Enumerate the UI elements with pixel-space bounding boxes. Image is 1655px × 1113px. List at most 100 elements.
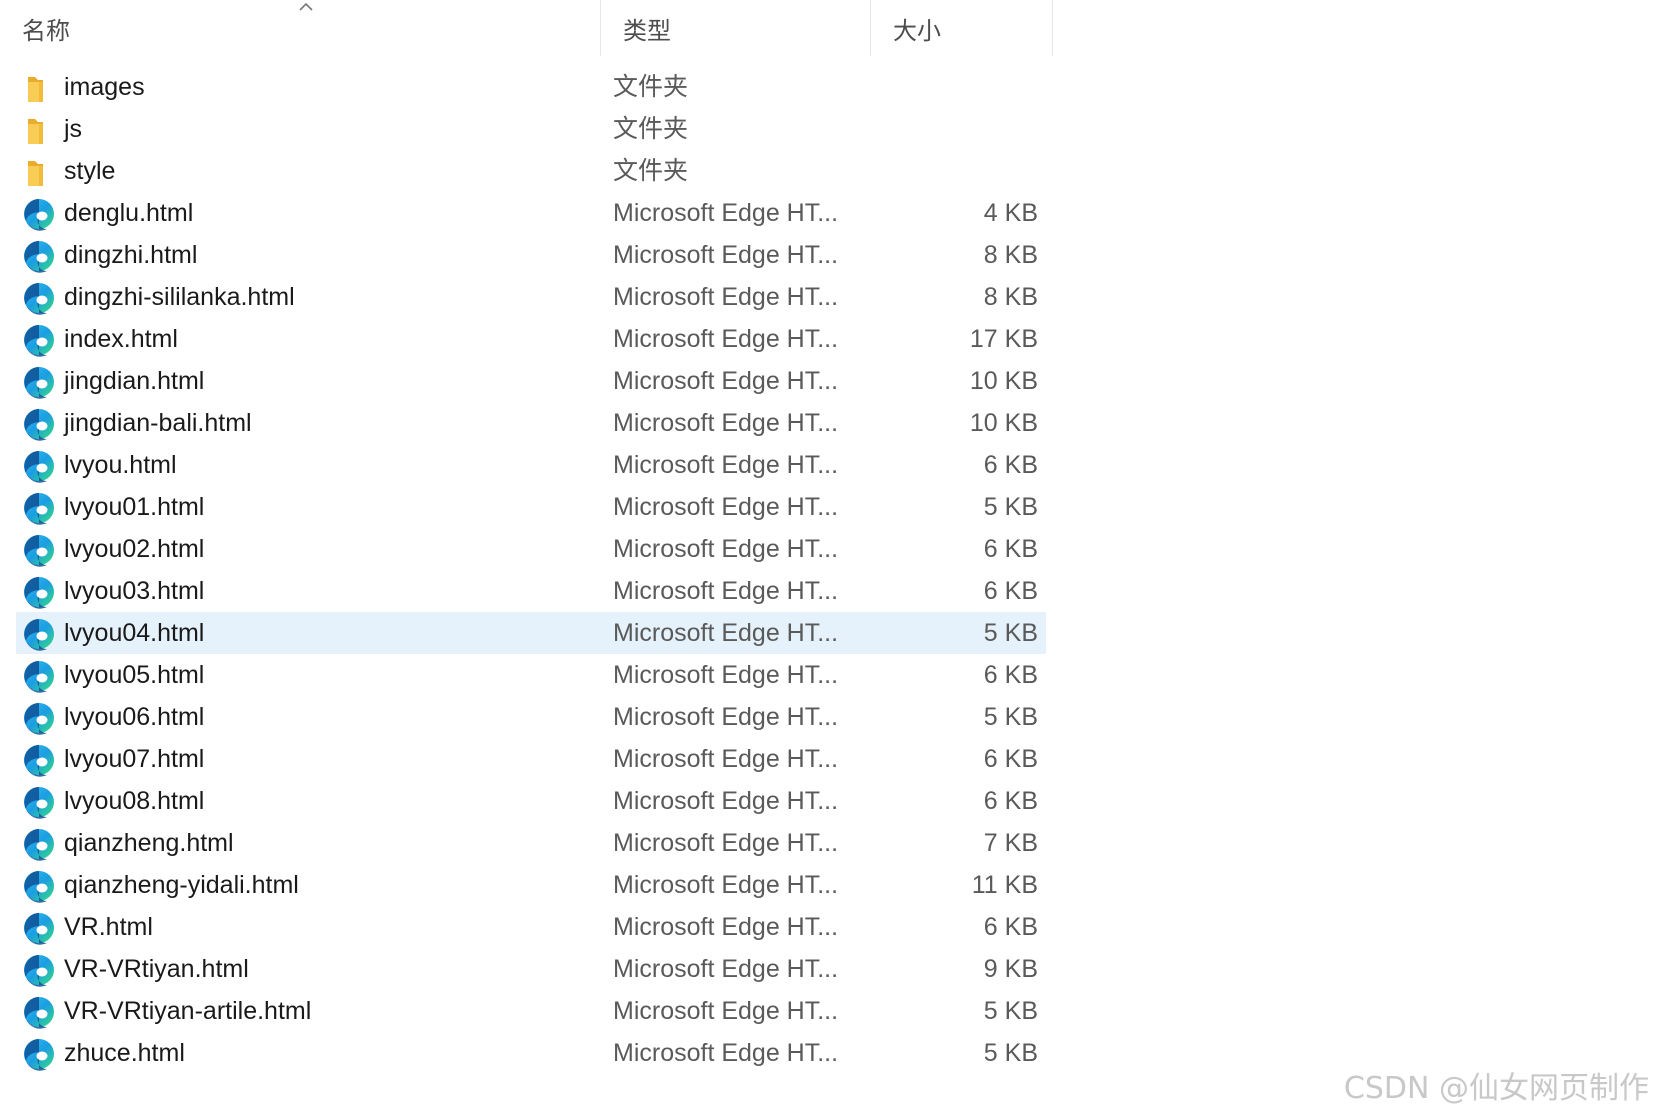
file-name[interactable]: zhuce.html (64, 1032, 185, 1074)
file-row[interactable]: lvyou07.html Microsoft Edge HT... 6 KB (0, 738, 1060, 780)
file-row[interactable]: qianzheng.html Microsoft Edge HT... 7 KB (0, 822, 1060, 864)
file-name[interactable]: lvyou01.html (64, 486, 204, 528)
edge-icon (22, 449, 56, 483)
file-row[interactable]: index.html Microsoft Edge HT... 17 KB (0, 318, 1060, 360)
file-row[interactable]: VR-VRtiyan.html Microsoft Edge HT... 9 KB (0, 948, 1060, 990)
file-size: 5 KB (983, 1039, 1038, 1067)
file-size: 6 KB (983, 787, 1038, 815)
file-row[interactable]: style 文件夹 (0, 150, 1060, 192)
edge-icon (22, 701, 56, 735)
file-row[interactable]: zhuce.html Microsoft Edge HT... 5 KB (0, 1032, 1060, 1074)
file-name[interactable]: lvyou05.html (64, 654, 204, 696)
file-row[interactable]: lvyou02.html Microsoft Edge HT... 6 KB (0, 528, 1060, 570)
edge-icon (22, 659, 56, 693)
file-row[interactable]: jingdian.html Microsoft Edge HT... 10 KB (0, 360, 1060, 402)
watermark: CSDN @仙女网页制作 (1343, 1071, 1649, 1106)
file-type: Microsoft Edge HT... (613, 199, 839, 227)
file-name[interactable]: qianzheng-yidali.html (64, 864, 299, 906)
file-name[interactable]: denglu.html (64, 192, 193, 234)
file-name[interactable]: dingzhi.html (64, 234, 197, 276)
file-type: Microsoft Edge HT... (613, 367, 839, 395)
file-row[interactable]: denglu.html Microsoft Edge HT... 4 KB (0, 192, 1060, 234)
file-name[interactable]: lvyou06.html (64, 696, 204, 738)
column-header-size-label: 大小 (893, 17, 941, 45)
file-row[interactable]: qianzheng-yidali.html Microsoft Edge HT..… (0, 864, 1060, 906)
file-size: 7 KB (983, 829, 1038, 857)
file-name[interactable]: VR-VRtiyan-artile.html (64, 990, 311, 1032)
file-size: 5 KB (983, 619, 1038, 647)
file-row[interactable]: VR.html Microsoft Edge HT... 6 KB (0, 906, 1060, 948)
file-row[interactable]: VR-VRtiyan-artile.html Microsoft Edge HT.… (0, 990, 1060, 1032)
file-type: Microsoft Edge HT... (613, 577, 839, 605)
file-size: 9 KB (983, 955, 1038, 983)
file-row[interactable]: lvyou06.html Microsoft Edge HT... 5 KB (0, 696, 1060, 738)
file-row[interactable]: lvyou05.html Microsoft Edge HT... 6 KB (0, 654, 1060, 696)
file-row[interactable]: dingzhi-sililanka.html Microsoft Edge HT.… (0, 276, 1060, 318)
file-name[interactable]: images (64, 66, 145, 108)
file-type: Microsoft Edge HT... (613, 325, 839, 353)
folder-icon (22, 71, 56, 105)
file-type: Microsoft Edge HT... (613, 1039, 839, 1067)
file-type: Microsoft Edge HT... (613, 493, 839, 521)
edge-icon (22, 239, 56, 273)
edge-icon (22, 617, 56, 651)
edge-icon (22, 575, 56, 609)
column-header-type-label: 类型 (623, 17, 671, 45)
column-header-size[interactable]: 大小 (870, 0, 1053, 56)
file-type: Microsoft Edge HT... (613, 451, 839, 479)
file-size: 10 KB (969, 409, 1038, 437)
file-size: 8 KB (983, 283, 1038, 311)
file-size: 6 KB (983, 745, 1038, 773)
file-name[interactable]: lvyou07.html (64, 738, 204, 780)
file-name[interactable]: VR.html (64, 906, 153, 948)
file-row[interactable]: lvyou01.html Microsoft Edge HT... 5 KB (0, 486, 1060, 528)
file-size (878, 150, 1038, 192)
edge-icon (22, 911, 56, 945)
file-row[interactable]: jingdian-bali.html Microsoft Edge HT... 10… (0, 402, 1060, 444)
file-row[interactable]: lvyou.html Microsoft Edge HT... 6 KB (0, 444, 1060, 486)
column-header-name-label: 名称 (22, 17, 70, 45)
file-name[interactable]: lvyou04.html (64, 612, 204, 654)
file-type: Microsoft Edge HT... (613, 241, 839, 269)
column-header-type[interactable]: 类型 (600, 0, 870, 56)
edge-icon (22, 995, 56, 1029)
file-type: Microsoft Edge HT... (613, 661, 839, 689)
file-row[interactable]: js 文件夹 (0, 108, 1060, 150)
file-size: 5 KB (983, 997, 1038, 1025)
file-name[interactable]: qianzheng.html (64, 822, 234, 864)
file-size: 6 KB (983, 535, 1038, 563)
edge-icon (22, 197, 56, 231)
edge-icon (22, 953, 56, 987)
file-type: Microsoft Edge HT... (613, 913, 839, 941)
folder-icon (22, 155, 56, 189)
edge-icon (22, 785, 56, 819)
file-type: Microsoft Edge HT... (613, 997, 839, 1025)
file-name[interactable]: jingdian-bali.html (64, 402, 252, 444)
file-name[interactable]: lvyou.html (64, 444, 177, 486)
file-name[interactable]: lvyou08.html (64, 780, 204, 822)
file-name[interactable]: lvyou03.html (64, 570, 204, 612)
file-row[interactable]: lvyou03.html Microsoft Edge HT... 6 KB (0, 570, 1060, 612)
file-size: 10 KB (969, 367, 1038, 395)
file-row[interactable]: lvyou04.html Microsoft Edge HT... 5 KB (0, 612, 1060, 654)
file-name[interactable]: dingzhi-sililanka.html (64, 276, 295, 318)
edge-icon (22, 869, 56, 903)
file-row[interactable]: images 文件夹 (0, 66, 1060, 108)
file-name[interactable]: VR-VRtiyan.html (64, 948, 249, 990)
file-size: 6 KB (983, 913, 1038, 941)
file-name[interactable]: jingdian.html (64, 360, 204, 402)
file-row[interactable]: lvyou08.html Microsoft Edge HT... 6 KB (0, 780, 1060, 822)
file-name[interactable]: index.html (64, 318, 178, 360)
file-type: Microsoft Edge HT... (613, 745, 839, 773)
file-type: Microsoft Edge HT... (613, 619, 839, 647)
file-size (878, 66, 1038, 108)
chevron-up-icon[interactable] (296, 0, 316, 14)
file-size: 8 KB (983, 241, 1038, 269)
file-row[interactable]: dingzhi.html Microsoft Edge HT... 8 KB (0, 234, 1060, 276)
file-name[interactable]: js (64, 108, 82, 150)
file-name[interactable]: style (64, 150, 115, 192)
file-type: Microsoft Edge HT... (613, 409, 839, 437)
file-type: 文件夹 (613, 115, 689, 143)
file-type: Microsoft Edge HT... (613, 535, 839, 563)
file-name[interactable]: lvyou02.html (64, 528, 204, 570)
